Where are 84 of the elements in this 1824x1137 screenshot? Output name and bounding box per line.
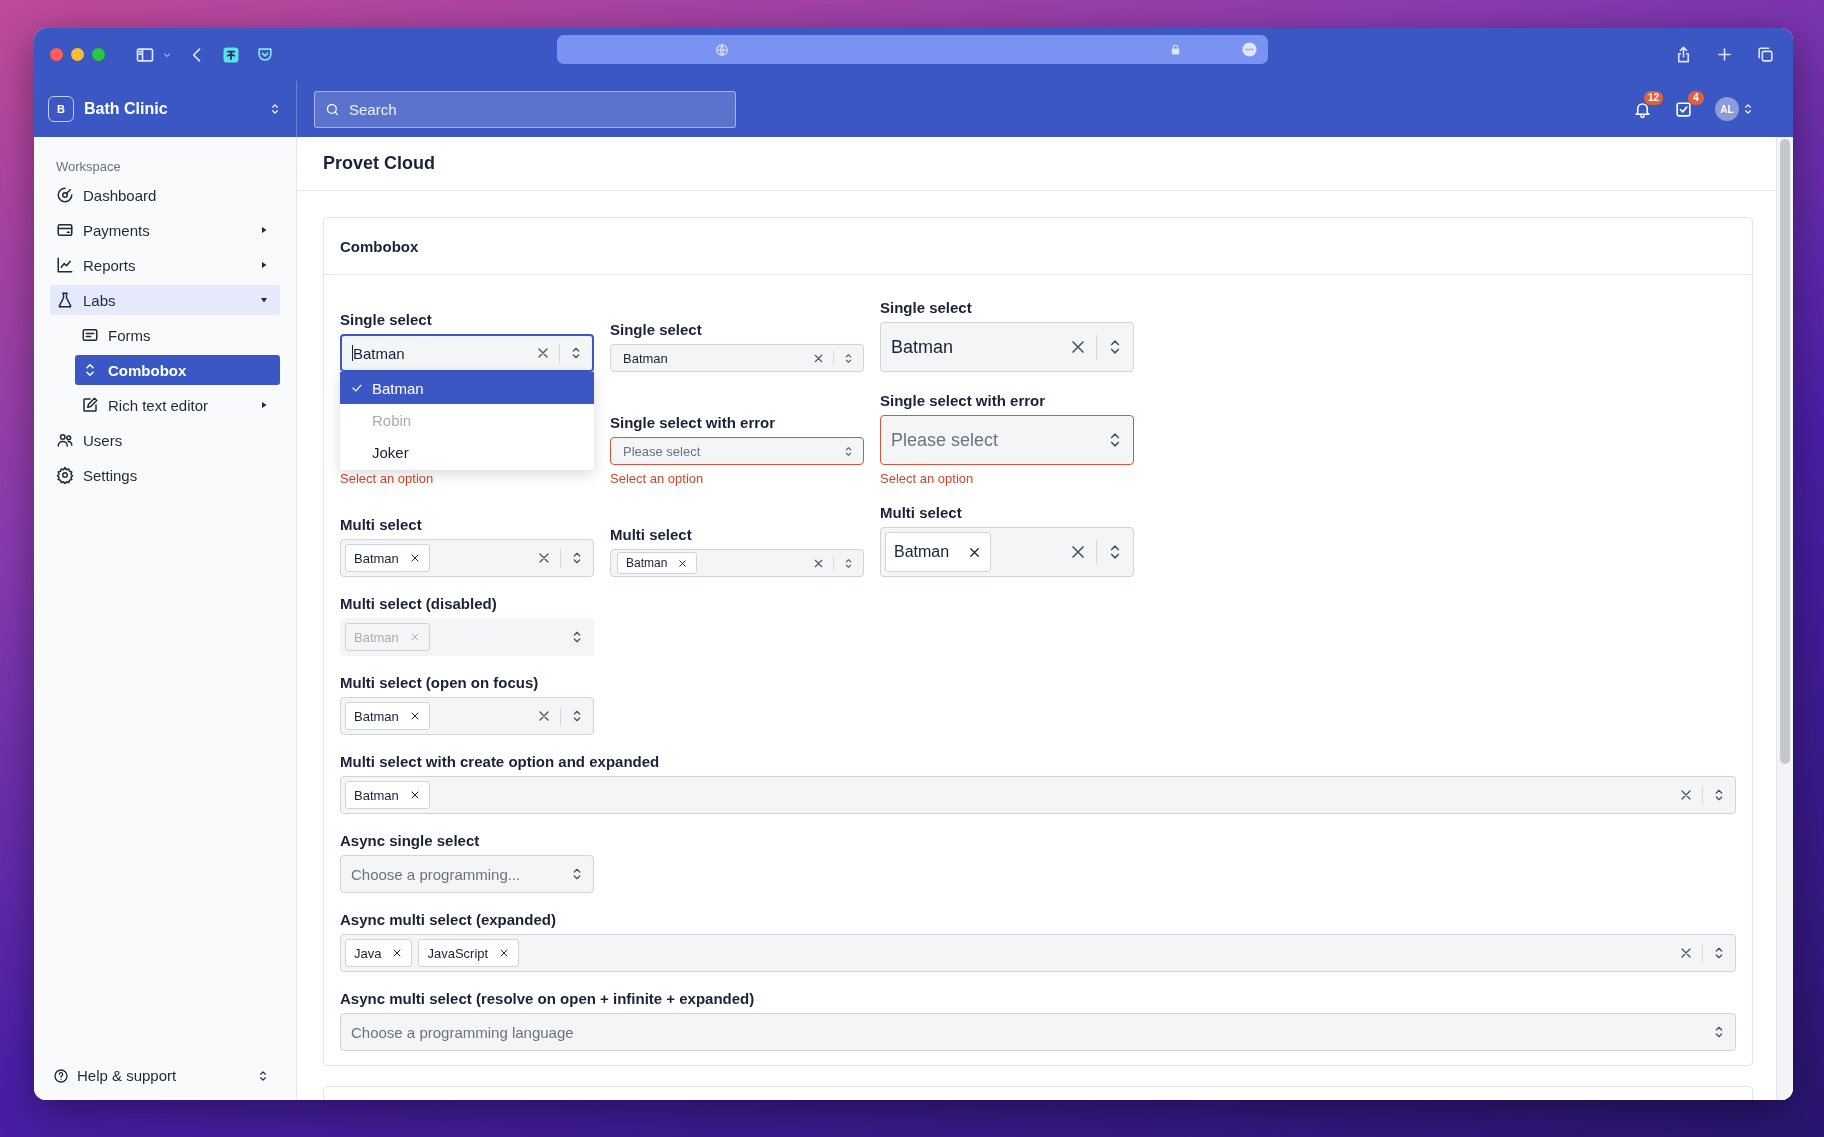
tag-label: JavaScript [427, 945, 489, 961]
globe-icon [715, 42, 729, 57]
dropdown-option[interactable]: Batman [340, 372, 594, 404]
combobox[interactable]: Batman [610, 344, 864, 372]
combobox[interactable]: Choose a programming... [340, 855, 594, 893]
form-icon [81, 326, 99, 344]
field-label: Single select [880, 299, 973, 316]
combobox[interactable]: Choose a programming language [340, 1013, 1736, 1051]
combobox[interactable]: Please select [610, 437, 864, 465]
nav-item[interactable]: Users [50, 425, 280, 455]
combobox[interactable]: Batman [340, 334, 594, 372]
error-message: Select an option [340, 471, 435, 486]
multi-select-field[interactable]: Batman [610, 549, 864, 577]
tag-label: Batman [354, 629, 399, 645]
gauge-icon [56, 186, 74, 204]
nav-item[interactable]: Combobox [75, 355, 280, 385]
window-zoom-button[interactable] [92, 48, 105, 61]
field-label: Async single select [340, 832, 481, 849]
nav-item[interactable]: Forms [75, 320, 280, 350]
field-label: Single select [340, 311, 433, 328]
multi-select-field[interactable]: Java JavaScript [340, 934, 1736, 972]
help-icon [53, 1067, 69, 1084]
multi-select-field[interactable]: Batman [880, 527, 1134, 577]
error-message: Select an option [880, 471, 975, 486]
error-message: Select an option [610, 471, 705, 486]
flask-icon [56, 291, 74, 309]
multi-select-field[interactable]: Batman [340, 697, 594, 735]
organization-initial: B [48, 96, 74, 122]
edit-icon [81, 396, 99, 414]
field-label: Multi select (open on focus) [340, 674, 540, 691]
card-title: Combobox [324, 218, 1752, 275]
multi-select-field[interactable]: Batman [340, 539, 594, 577]
placeholder-text: Please select [891, 429, 999, 451]
tasks-icon[interactable] [1674, 99, 1693, 119]
nav-item[interactable]: Labs [50, 285, 280, 315]
selected-value: Batman [623, 350, 668, 366]
field-label: Multi select (disabled) [340, 595, 498, 612]
multi-select-field[interactable]: Batman [340, 776, 1736, 814]
text-cursor [352, 344, 353, 362]
field-label: Multi select [340, 516, 423, 533]
nav-item[interactable]: Reports [50, 250, 280, 280]
field-label: Single select with error [880, 392, 1047, 409]
remove-icon[interactable] [677, 557, 689, 569]
help-support-button[interactable]: Help & support [50, 1067, 280, 1084]
tag-label: Java [354, 945, 382, 961]
line-chart-icon [56, 256, 74, 274]
field-label: Multi select [610, 526, 693, 543]
tabs-overview-icon[interactable] [1756, 45, 1775, 64]
combobox[interactable]: Please select [880, 415, 1134, 465]
field-label: Async multi select (expanded) [340, 911, 557, 928]
tag-label: Batman [626, 556, 668, 570]
field-label: Single select [610, 321, 703, 338]
field-label: Async multi select (resolve on open + infinite + expanded) [340, 990, 756, 1007]
search-icon [325, 101, 340, 117]
notification-badge: 12 [1643, 90, 1663, 105]
nav-item[interactable]: Rich text editor [75, 390, 280, 420]
tag-label: Batman [894, 543, 950, 561]
field-label: Multi select [880, 504, 963, 521]
users-icon [56, 431, 74, 449]
selected-value: Batman [891, 336, 954, 358]
tag-label: Batman [354, 550, 399, 566]
card-icon [56, 221, 74, 239]
section-heading: Workspace [55, 158, 122, 176]
placeholder-text: Choose a programming... [351, 865, 521, 883]
nav-item[interactable]: Payments [50, 215, 280, 245]
new-tab-icon[interactable] [1715, 45, 1734, 64]
scrollbar[interactable] [1776, 137, 1793, 1100]
tag-label: Batman [354, 708, 399, 724]
organization-name: Bath Clinic [84, 100, 169, 118]
window-minimize-button[interactable] [71, 48, 84, 61]
placeholder-text: Please select [623, 443, 701, 459]
placeholder-text: Choose a programming language [351, 1023, 574, 1041]
tasks-badge: 4 [1688, 90, 1704, 105]
settings-icon [56, 466, 74, 484]
field-label: Multi select with create option and expanded [340, 753, 661, 770]
field-label: Single select with error [610, 414, 777, 431]
selected-value: Batman [353, 344, 405, 362]
dropdown-option[interactable]: Joker [340, 436, 594, 468]
page-title: Provet Cloud [297, 137, 1777, 191]
combobox[interactable]: Batman [880, 322, 1134, 372]
tag-label: Batman [354, 787, 399, 803]
search-field[interactable]: Search [314, 90, 736, 128]
nav-item[interactable]: Settings [50, 460, 280, 490]
nav-item[interactable]: Dashboard [50, 180, 280, 210]
